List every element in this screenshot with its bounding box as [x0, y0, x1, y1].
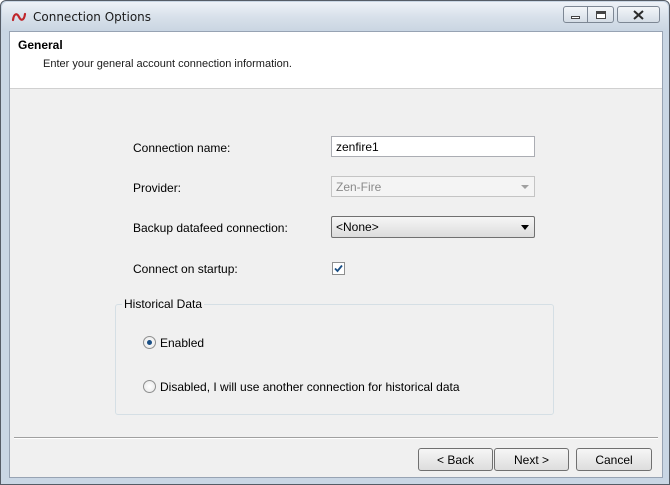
- dialog-window: Connection Options General Enter your ge…: [0, 0, 670, 485]
- footer-separator: [14, 437, 658, 439]
- connection-name-input[interactable]: zenfire1: [331, 136, 535, 157]
- maximize-icon: [595, 10, 606, 19]
- historical-enabled-radio[interactable]: [143, 336, 156, 349]
- provider-value: Zen-Fire: [336, 180, 382, 194]
- page-title: General: [18, 38, 63, 52]
- dialog-client-area: General Enter your general account conne…: [9, 31, 663, 478]
- backup-datafeed-label: Backup datafeed connection:: [133, 221, 288, 235]
- close-icon: [633, 9, 644, 20]
- next-button[interactable]: Next >: [494, 448, 569, 471]
- historical-data-group: [115, 304, 554, 415]
- historical-enabled-label[interactable]: Enabled: [160, 336, 204, 350]
- minimize-icon: [571, 16, 580, 19]
- minimize-button[interactable]: [563, 6, 588, 23]
- provider-label: Provider:: [133, 181, 182, 195]
- chevron-down-icon: [521, 185, 529, 189]
- connection-name-label: Connection name:: [133, 141, 231, 155]
- historical-disabled-radio[interactable]: [143, 380, 156, 393]
- checkmark-icon: [334, 264, 343, 273]
- connect-on-startup-label: Connect on startup:: [133, 262, 238, 276]
- backup-datafeed-value: <None>: [336, 220, 379, 234]
- chevron-down-icon: [521, 225, 529, 230]
- page-subtitle: Enter your general account connection in…: [43, 58, 292, 70]
- historical-data-group-title: Historical Data: [122, 297, 205, 311]
- provider-select: Zen-Fire: [331, 176, 535, 197]
- historical-disabled-label[interactable]: Disabled, I will use another connection …: [160, 380, 460, 394]
- back-button[interactable]: < Back: [418, 448, 493, 471]
- wizard-header: General Enter your general account conne…: [10, 32, 662, 89]
- radio-selected-dot: [147, 340, 152, 345]
- close-button[interactable]: [617, 6, 660, 23]
- window-title: Connection Options: [33, 10, 152, 24]
- connect-on-startup-checkbox[interactable]: [332, 262, 345, 275]
- title-bar[interactable]: Connection Options: [2, 2, 668, 30]
- maximize-button[interactable]: [588, 6, 614, 23]
- cancel-button[interactable]: Cancel: [576, 448, 652, 471]
- connection-logo-icon: [11, 12, 27, 22]
- backup-datafeed-select[interactable]: <None>: [331, 216, 535, 238]
